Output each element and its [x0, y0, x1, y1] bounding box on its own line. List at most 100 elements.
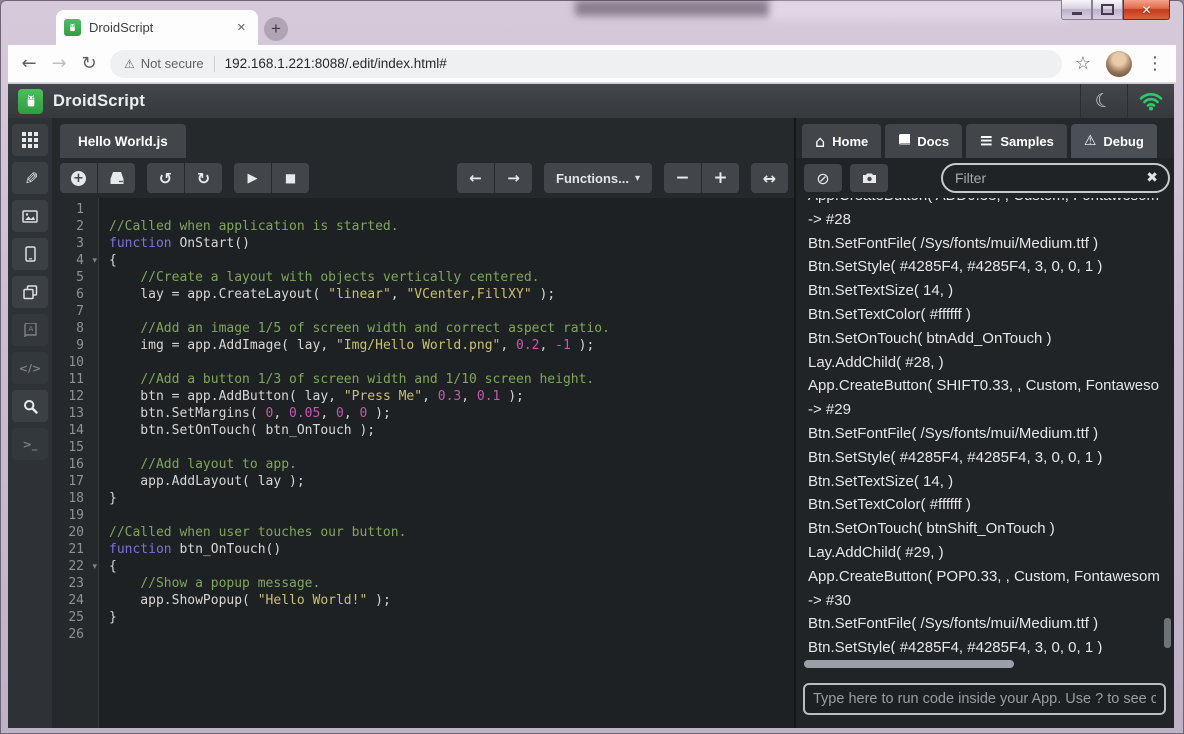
nav-back-button[interactable]: ←: [457, 163, 494, 193]
clear-log-button[interactable]: ⊘: [804, 164, 842, 192]
debug-log-line[interactable]: App.CreateButton( POP0.33, , Custom, Fon…: [808, 565, 1160, 589]
browser-tab[interactable]: DroidScript ✕: [56, 10, 258, 45]
code-line[interactable]: function OnStart(): [109, 235, 796, 252]
url-text[interactable]: 192.168.1.221:8088/.edit/index.html#: [225, 56, 447, 71]
zoom-out-button[interactable]: −: [664, 163, 701, 193]
code-line[interactable]: function btn_OnTouch(): [109, 541, 796, 558]
debug-log-line[interactable]: App.CreateButton( SHIFT0.33, , Custom, F…: [808, 374, 1160, 398]
debug-log-line[interactable]: Btn.SetOnTouch( btnAdd_OnTouch ): [808, 327, 1160, 351]
window-close-button[interactable]: ✕: [1123, 0, 1170, 20]
filter-clear-icon[interactable]: ✖: [1146, 170, 1158, 186]
debug-log-line[interactable]: Btn.SetTextSize( 14, ): [808, 470, 1160, 494]
apps-grid-button[interactable]: [12, 124, 48, 156]
browser-menu-button[interactable]: ⋮: [1140, 49, 1170, 79]
tab-docs[interactable]: Docs: [885, 124, 962, 158]
code-line[interactable]: }: [109, 609, 796, 626]
code-line[interactable]: }: [109, 490, 796, 507]
code-line[interactable]: //Add an image 1/5 of screen width and c…: [109, 320, 796, 337]
toggle-width-button[interactable]: ↔: [751, 163, 788, 193]
code-line[interactable]: [109, 354, 796, 371]
debug-log-line[interactable]: Btn.SetStyle( #4285F4, #4285F4, 3, 0, 0,…: [808, 446, 1160, 470]
debug-log[interactable]: App.CreateButton( ADD0.33, , Custom, Fon…: [796, 198, 1160, 654]
debug-log-line[interactable]: Btn.SetFontFile( /Sys/fonts/mui/Medium.t…: [808, 422, 1160, 446]
address-bar[interactable]: ⚠ Not secure 192.168.1.221:8088/.edit/in…: [110, 50, 1062, 78]
zoom-in-button[interactable]: +: [701, 163, 739, 193]
window-maximize-button[interactable]: [1092, 0, 1123, 20]
vertical-scrollbar[interactable]: [1164, 618, 1171, 648]
code-line[interactable]: //Called when application is started.: [109, 218, 796, 235]
code-view-button[interactable]: </>: [12, 352, 48, 384]
profile-avatar[interactable]: [1106, 51, 1132, 77]
security-label[interactable]: Not secure: [141, 56, 204, 71]
new-file-button[interactable]: +: [60, 163, 97, 193]
code-line[interactable]: app.AddLayout( lay );: [109, 473, 796, 490]
debug-log-line[interactable]: Btn.SetOnTouch( btnShift_OnTouch ): [808, 517, 1160, 541]
console-input[interactable]: [805, 691, 1164, 707]
window-minimize-button[interactable]: [1061, 0, 1092, 20]
code-line[interactable]: {: [109, 558, 796, 575]
search-button[interactable]: [12, 390, 48, 422]
fold-arrow-icon[interactable]: ▾: [92, 559, 97, 576]
functions-dropdown[interactable]: Functions... ▾: [544, 163, 652, 193]
code-line[interactable]: app.ShowPopup( "Hello World!" );: [109, 592, 796, 609]
dark-mode-toggle[interactable]: ☾: [1080, 84, 1127, 118]
code-line[interactable]: //Add a button 1/3 of screen width and 1…: [109, 371, 796, 388]
docs-book-button[interactable]: A: [12, 314, 48, 346]
debug-log-line[interactable]: Btn.SetFontFile( /Sys/fonts/mui/Medium.t…: [808, 232, 1160, 256]
code-line[interactable]: //Create a layout with objects verticall…: [109, 269, 796, 286]
debug-log-line[interactable]: Btn.SetTextColor( #ffffff ): [808, 493, 1160, 517]
code-line[interactable]: //Show a popup message.: [109, 575, 796, 592]
file-tab[interactable]: Hello World.js: [60, 124, 186, 158]
undo-button[interactable]: ↺: [147, 163, 184, 193]
debug-log-line[interactable]: Btn.SetTextSize( 14, ): [808, 279, 1160, 303]
terminal-button[interactable]: >_: [12, 428, 48, 460]
nav-forward-button[interactable]: →: [494, 163, 532, 193]
tab-debug[interactable]: ⚠Debug: [1071, 124, 1157, 158]
code-line[interactable]: [109, 507, 796, 524]
bookmark-star-icon[interactable]: ☆: [1068, 49, 1098, 79]
debug-log-line[interactable]: Btn.SetTextColor( #ffffff ): [808, 303, 1160, 327]
code-line[interactable]: [109, 201, 796, 218]
code-line[interactable]: lay = app.CreateLayout( "linear", "VCent…: [109, 286, 796, 303]
debug-log-line[interactable]: Btn.SetFontFile( /Sys/fonts/mui/Medium.t…: [808, 612, 1160, 636]
run-button[interactable]: ▶: [234, 163, 271, 193]
fold-arrow-icon[interactable]: ▾: [92, 253, 97, 270]
debug-log-line[interactable]: Lay.AddChild( #28, ): [808, 351, 1160, 375]
code-line[interactable]: btn.SetOnTouch( btn_OnTouch );: [109, 422, 796, 439]
code-lines[interactable]: //Called when application is started.fun…: [99, 198, 796, 728]
horizontal-scrollbar[interactable]: [804, 660, 1014, 668]
debug-log-line[interactable]: -> #30: [808, 589, 1160, 613]
screenshot-button[interactable]: [850, 164, 888, 192]
console-box[interactable]: [803, 683, 1166, 715]
code-line[interactable]: {: [109, 252, 796, 269]
stop-button[interactable]: ■: [271, 163, 309, 193]
redo-button[interactable]: ↻: [184, 163, 222, 193]
filter-input[interactable]: [953, 169, 1140, 187]
back-button[interactable]: ←: [14, 49, 44, 79]
code-line[interactable]: btn.SetMargins( 0, 0.05, 0, 0 );: [109, 405, 796, 422]
debug-log-line[interactable]: Lay.AddChild( #29, ): [808, 541, 1160, 565]
new-tab-button[interactable]: +: [264, 17, 288, 41]
debug-log-line[interactable]: App.CreateButton( ADD0.33, , Custom, Fon…: [808, 198, 1160, 208]
code-line[interactable]: btn = app.AddButton( lay, "Press Me", 0.…: [109, 388, 796, 405]
code-line[interactable]: [109, 303, 796, 320]
tab-samples[interactable]: ≡Samples: [966, 124, 1067, 158]
code-line[interactable]: //Add layout to app.: [109, 456, 796, 473]
code-line[interactable]: [109, 626, 796, 643]
tab-home[interactable]: ⌂Home: [802, 124, 881, 158]
save-button[interactable]: [97, 163, 135, 193]
refresh-button[interactable]: ↻: [74, 49, 104, 79]
code-editor[interactable]: 1234▾5678910111213141516171819202122▾232…: [52, 198, 796, 728]
filter-box[interactable]: ✖: [941, 163, 1170, 193]
code-line[interactable]: [109, 439, 796, 456]
images-button[interactable]: [12, 200, 48, 232]
debug-log-line[interactable]: Btn.SetStyle( #4285F4, #4285F4, 3, 0, 0,…: [808, 255, 1160, 279]
wifi-status-button[interactable]: [1127, 84, 1174, 118]
tab-close-button[interactable]: ✕: [233, 19, 250, 36]
debug-log-line[interactable]: -> #28: [808, 208, 1160, 232]
debug-log-line[interactable]: Btn.SetStyle( #4285F4, #4285F4, 3, 0, 0,…: [808, 636, 1160, 654]
debug-log-line[interactable]: -> #29: [808, 398, 1160, 422]
copy-button[interactable]: [12, 276, 48, 308]
device-button[interactable]: [12, 238, 48, 270]
code-line[interactable]: //Called when user touches our button.: [109, 524, 796, 541]
